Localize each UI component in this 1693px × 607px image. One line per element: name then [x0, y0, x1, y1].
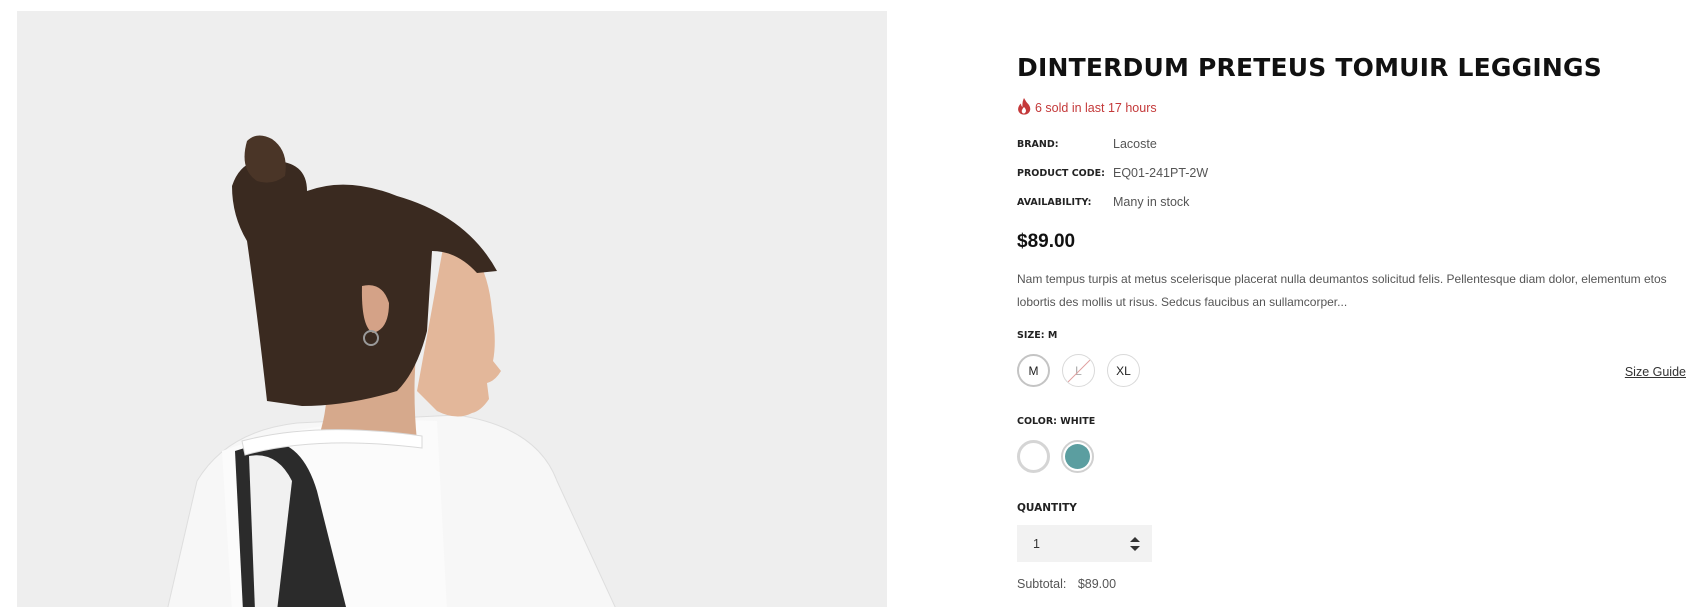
product-image[interactable] — [17, 11, 887, 607]
spinner-arrows-icon[interactable] — [1130, 536, 1140, 551]
brand-label: BRAND: — [1017, 139, 1059, 150]
flame-icon — [1017, 98, 1031, 118]
product-code-value: EQ01-241PT-2W — [1113, 166, 1209, 180]
product-title: DINTERDUM PRETEUS TOMUIR LEGGINGS — [1017, 53, 1602, 82]
product-info: DINTERDUM PRETEUS TOMUIR LEGGINGS 6 sold… — [1017, 0, 1687, 607]
sold-text: 6 sold in last 17 hours — [1035, 101, 1157, 115]
quantity-label: QUANTITY — [1017, 502, 1077, 514]
unavailable-strike — [1064, 357, 1093, 386]
subtotal-label: Subtotal: — [1017, 577, 1067, 591]
quantity-value: 1 — [1033, 536, 1040, 551]
brand-row: BRAND: Lacoste — [1017, 137, 1157, 151]
color-swatch-white[interactable] — [1017, 440, 1050, 473]
product-code-row: PRODUCT CODE: EQ01-241PT-2W — [1017, 166, 1208, 180]
quantity-stepper[interactable]: 1 — [1017, 525, 1152, 562]
sold-indicator: 6 sold in last 17 hours — [1017, 98, 1157, 118]
size-option-xl[interactable]: XL — [1107, 354, 1140, 387]
product-price: $89.00 — [1017, 231, 1076, 252]
brand-value[interactable]: Lacoste — [1113, 137, 1157, 151]
product-code-label: PRODUCT CODE: — [1017, 168, 1105, 179]
color-swatch-teal[interactable] — [1061, 440, 1094, 473]
availability-row: AVAILABILITY: Many in stock — [1017, 195, 1189, 209]
size-option-label: M — [1028, 363, 1039, 378]
subtotal: Subtotal: $89.00 — [1017, 577, 1116, 591]
size-option-m[interactable]: M — [1017, 354, 1050, 387]
size-option-l[interactable]: L — [1062, 354, 1095, 387]
availability-value: Many in stock — [1113, 195, 1190, 209]
model-photo — [17, 11, 887, 607]
product-description: Nam tempus turpis at metus scelerisque p… — [1017, 272, 1667, 309]
color-label: COLOR: WHITE — [1017, 416, 1096, 427]
availability-label: AVAILABILITY: — [1017, 197, 1092, 208]
size-option-label: XL — [1116, 363, 1131, 378]
size-options: M L XL — [1017, 354, 1140, 387]
size-guide-link[interactable]: Size Guide — [1625, 365, 1686, 379]
size-label: SIZE: M — [1017, 330, 1058, 341]
teal-fill — [1065, 444, 1090, 469]
color-options — [1017, 440, 1094, 473]
subtotal-value: $89.00 — [1077, 577, 1117, 591]
